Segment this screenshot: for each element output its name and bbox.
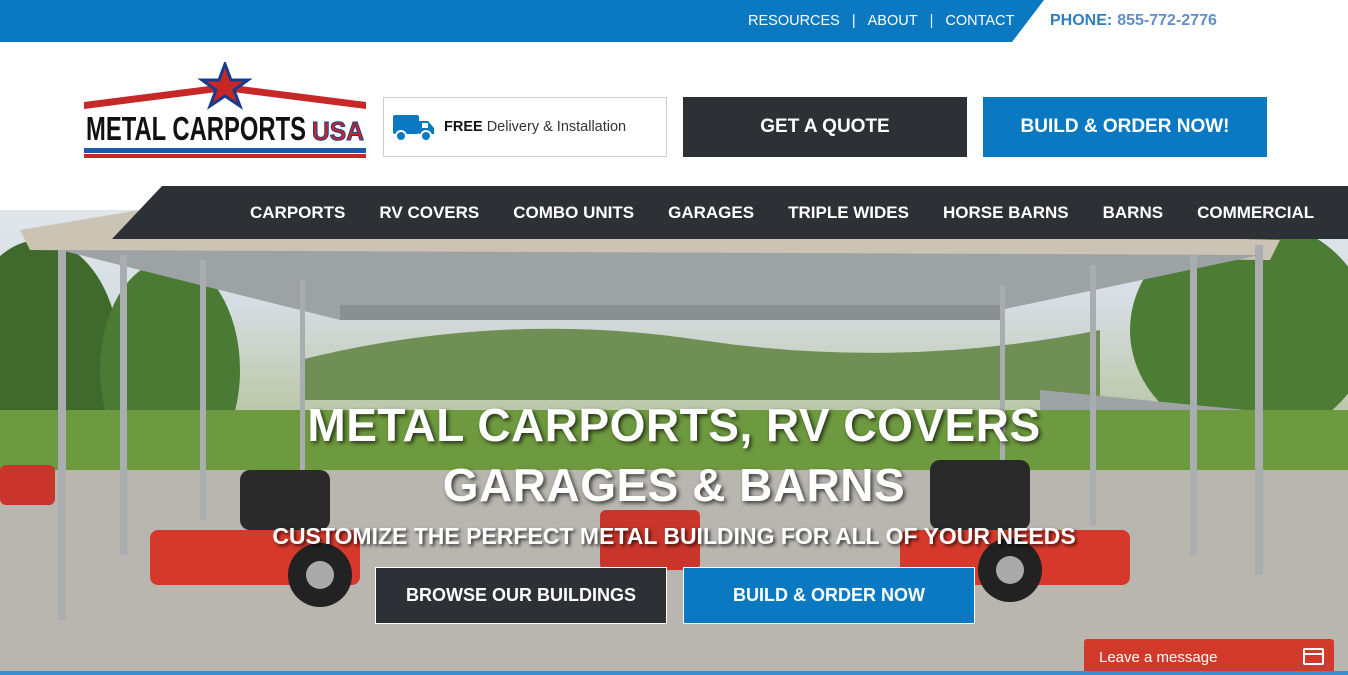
logo-text-main: METAL CARPORTS bbox=[86, 110, 306, 147]
delivery-free: FREE bbox=[444, 119, 483, 135]
build-order-button[interactable]: BUILD & ORDER NOW! bbox=[983, 97, 1267, 157]
nav-triple-wides[interactable]: TRIPLE WIDES bbox=[788, 203, 909, 223]
build-order-now-button[interactable]: BUILD & ORDER NOW bbox=[683, 567, 975, 624]
hero-title-line1: METAL CARPORTS, RV COVERS bbox=[307, 399, 1041, 451]
hero-subtitle: CUSTOMIZE THE PERFECT METAL BUILDING FOR… bbox=[272, 523, 1076, 549]
separator: | bbox=[851, 13, 856, 29]
nav-carports[interactable]: CARPORTS bbox=[250, 203, 345, 223]
nav-garages[interactable]: GARAGES bbox=[668, 203, 754, 223]
nav-horse-barns[interactable]: HORSE BARNS bbox=[943, 203, 1069, 223]
top-links: RESOURCES | ABOUT | CONTACT bbox=[748, 0, 1014, 42]
phone[interactable]: PHONE: 855-772-2776 bbox=[1050, 0, 1217, 42]
phone-number[interactable]: 855-772-2776 bbox=[1117, 12, 1217, 30]
browse-buildings-button[interactable]: BROWSE OUR BUILDINGS bbox=[375, 567, 667, 624]
phone-label: PHONE: bbox=[1050, 12, 1113, 29]
leave-message-widget[interactable]: Leave a message bbox=[1084, 639, 1334, 675]
delivery-text: FREE Delivery & Installation bbox=[444, 119, 626, 135]
about-link[interactable]: ABOUT bbox=[868, 13, 918, 29]
truck-icon bbox=[393, 115, 434, 142]
logo-text-usa: USA bbox=[312, 116, 364, 146]
nav-barns[interactable]: BARNS bbox=[1103, 203, 1163, 223]
hero-title-line2: GARAGES & BARNS bbox=[442, 459, 906, 511]
delivery-desc: Delivery & Installation bbox=[482, 119, 627, 135]
chat-label: Leave a message bbox=[1099, 648, 1218, 666]
delivery-banner: FREE Delivery & Installation bbox=[383, 97, 667, 157]
chat-window-icon[interactable] bbox=[1303, 648, 1324, 665]
metal-carports-usa-logo[interactable]: METAL CARPORTS USA bbox=[84, 62, 366, 160]
separator: | bbox=[929, 13, 934, 29]
nav-rv-covers[interactable]: RV COVERS bbox=[379, 203, 479, 223]
get-quote-button[interactable]: GET A QUOTE bbox=[683, 97, 967, 157]
nav-combo-units[interactable]: COMBO UNITS bbox=[513, 203, 634, 223]
nav-commercial[interactable]: COMMERCIAL bbox=[1197, 203, 1314, 223]
bottom-strip bbox=[0, 671, 1348, 675]
contact-link[interactable]: CONTACT bbox=[945, 13, 1014, 29]
main-nav-items: CARPORTS RV COVERS COMBO UNITS GARAGES T… bbox=[250, 186, 1348, 239]
resources-link[interactable]: RESOURCES bbox=[748, 13, 840, 29]
